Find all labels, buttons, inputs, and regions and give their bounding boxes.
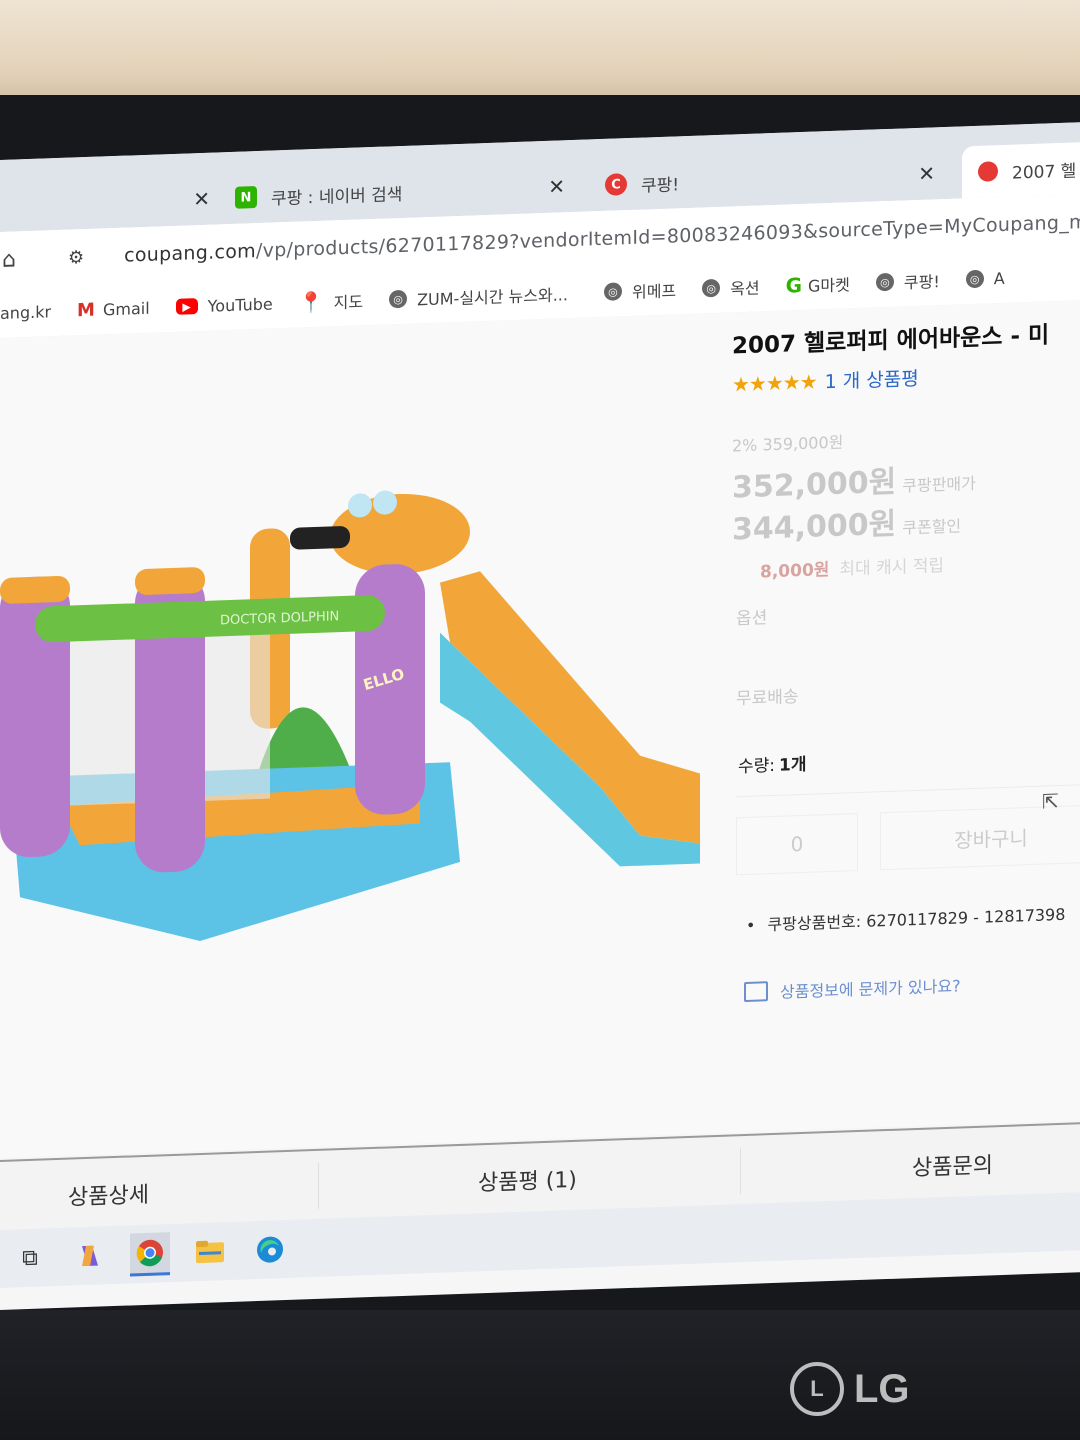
add-to-cart-button[interactable]: 장바구니 (880, 804, 1080, 871)
maps-icon: 📍 (298, 289, 324, 315)
gmail-icon: M (77, 299, 95, 321)
coupang-icon (978, 161, 998, 182)
bookmark-maps[interactable]: 📍 지도 (298, 288, 363, 315)
coupon-price: 344,000원 쿠폰할인 (732, 506, 962, 548)
bookmark-coupang[interactable]: ◎ 쿠팡! (875, 268, 940, 294)
coupang-icon: C (605, 173, 627, 196)
chrome-icon[interactable] (130, 1231, 170, 1276)
option-label[interactable]: 옵션 (736, 603, 767, 629)
product-image[interactable]: DOCTOR DOLPHIN ELLO (0, 453, 720, 958)
product-title: 2007 헬로퍼피 에어바운스 - 미 (732, 322, 1050, 360)
taskview-icon[interactable]: ⧉ (10, 1237, 50, 1278)
divider (740, 1148, 741, 1195)
home-icon[interactable]: ⌂ (2, 247, 16, 272)
bookmark-auction[interactable]: ◎ 옥션 (702, 274, 760, 300)
report-issue-link[interactable]: 상품정보에 문제가 있나요? (744, 972, 961, 1004)
bookmark-wemakeprice[interactable]: ◎ 위메프 (603, 277, 676, 304)
screen: ✕ N 쿠팡 : 네이버 검색 ✕ C 쿠팡! ✕ 2007 헬 ⌂ ⚙ cou… (0, 122, 1080, 1311)
divider (318, 1162, 319, 1209)
copilot-icon[interactable] (70, 1235, 110, 1276)
comment-icon (744, 981, 768, 1003)
rating[interactable]: ★★★★★ 1 개 상품평 (732, 364, 919, 398)
bookmark-gmail[interactable]: M Gmail (77, 297, 150, 321)
quantity-input[interactable]: 0 (736, 813, 858, 876)
naver-icon: N (235, 186, 257, 209)
youtube-icon: ▶ (175, 298, 198, 315)
globe-icon: ◎ (702, 278, 721, 298)
bookmark-gmarket[interactable]: G G마켓 (785, 271, 850, 298)
star-rating: ★★★★★ (732, 368, 817, 396)
bookmark-zum[interactable]: ◎ ZUM-실시간 뉴스와... (389, 281, 568, 311)
close-icon[interactable]: ✕ (193, 187, 210, 212)
globe-icon: ◎ (389, 289, 408, 309)
product-page: DOCTOR DOLPHIN ELLO 2007 헬로퍼피 에어바운스 - 미 … (0, 300, 1080, 1158)
edge-icon[interactable] (250, 1229, 290, 1270)
gmarket-icon: G (785, 272, 803, 298)
cash-reward: 8,000원 최대 캐시 적립 (760, 556, 945, 583)
globe-icon: ◎ (965, 269, 984, 289)
tab-previous[interactable]: ✕ (0, 172, 220, 232)
folder-icon[interactable] (190, 1231, 230, 1272)
original-price: 2% 359,000원 (732, 432, 844, 456)
bookmark-youtube[interactable]: ▶ YouTube (175, 294, 273, 316)
tab-product-detail[interactable]: 상품상세 (68, 1177, 149, 1212)
tab-label: 2007 헬 (1012, 160, 1077, 184)
lg-logo-icon: L (790, 1362, 844, 1416)
product-number: 쿠팡상품번호: 6270117829 - 12817398 (746, 901, 1065, 936)
quantity: 수량: 1개 (738, 754, 807, 778)
tab-reviews[interactable]: 상품평 (1) (478, 1162, 577, 1197)
site-info-icon[interactable]: ⚙ (68, 247, 84, 269)
tab-label: 쿠팡! (641, 174, 680, 197)
bookmark-a[interactable]: ◎ A (965, 268, 1005, 289)
bookmark-ang-kr[interactable]: ang.kr (0, 302, 51, 323)
tab-label: 쿠팡 : 네이버 검색 (271, 184, 403, 210)
tab-product-active[interactable]: 2007 헬 (962, 140, 1080, 199)
globe-icon: ◎ (603, 282, 622, 301)
mouse-cursor-icon: ⇱ (1042, 789, 1059, 814)
close-icon[interactable]: ✕ (918, 161, 935, 186)
globe-icon: ◎ (875, 272, 894, 292)
free-shipping: 무료배송 (736, 687, 799, 710)
tab-inquiries[interactable]: 상품문의 (912, 1147, 993, 1182)
review-count-link[interactable]: 1 개 상품평 (825, 364, 919, 394)
monitor-chin (0, 1310, 1080, 1440)
close-icon[interactable]: ✕ (548, 174, 565, 199)
lg-logo: L LG (790, 1362, 910, 1416)
divider (736, 784, 1080, 798)
